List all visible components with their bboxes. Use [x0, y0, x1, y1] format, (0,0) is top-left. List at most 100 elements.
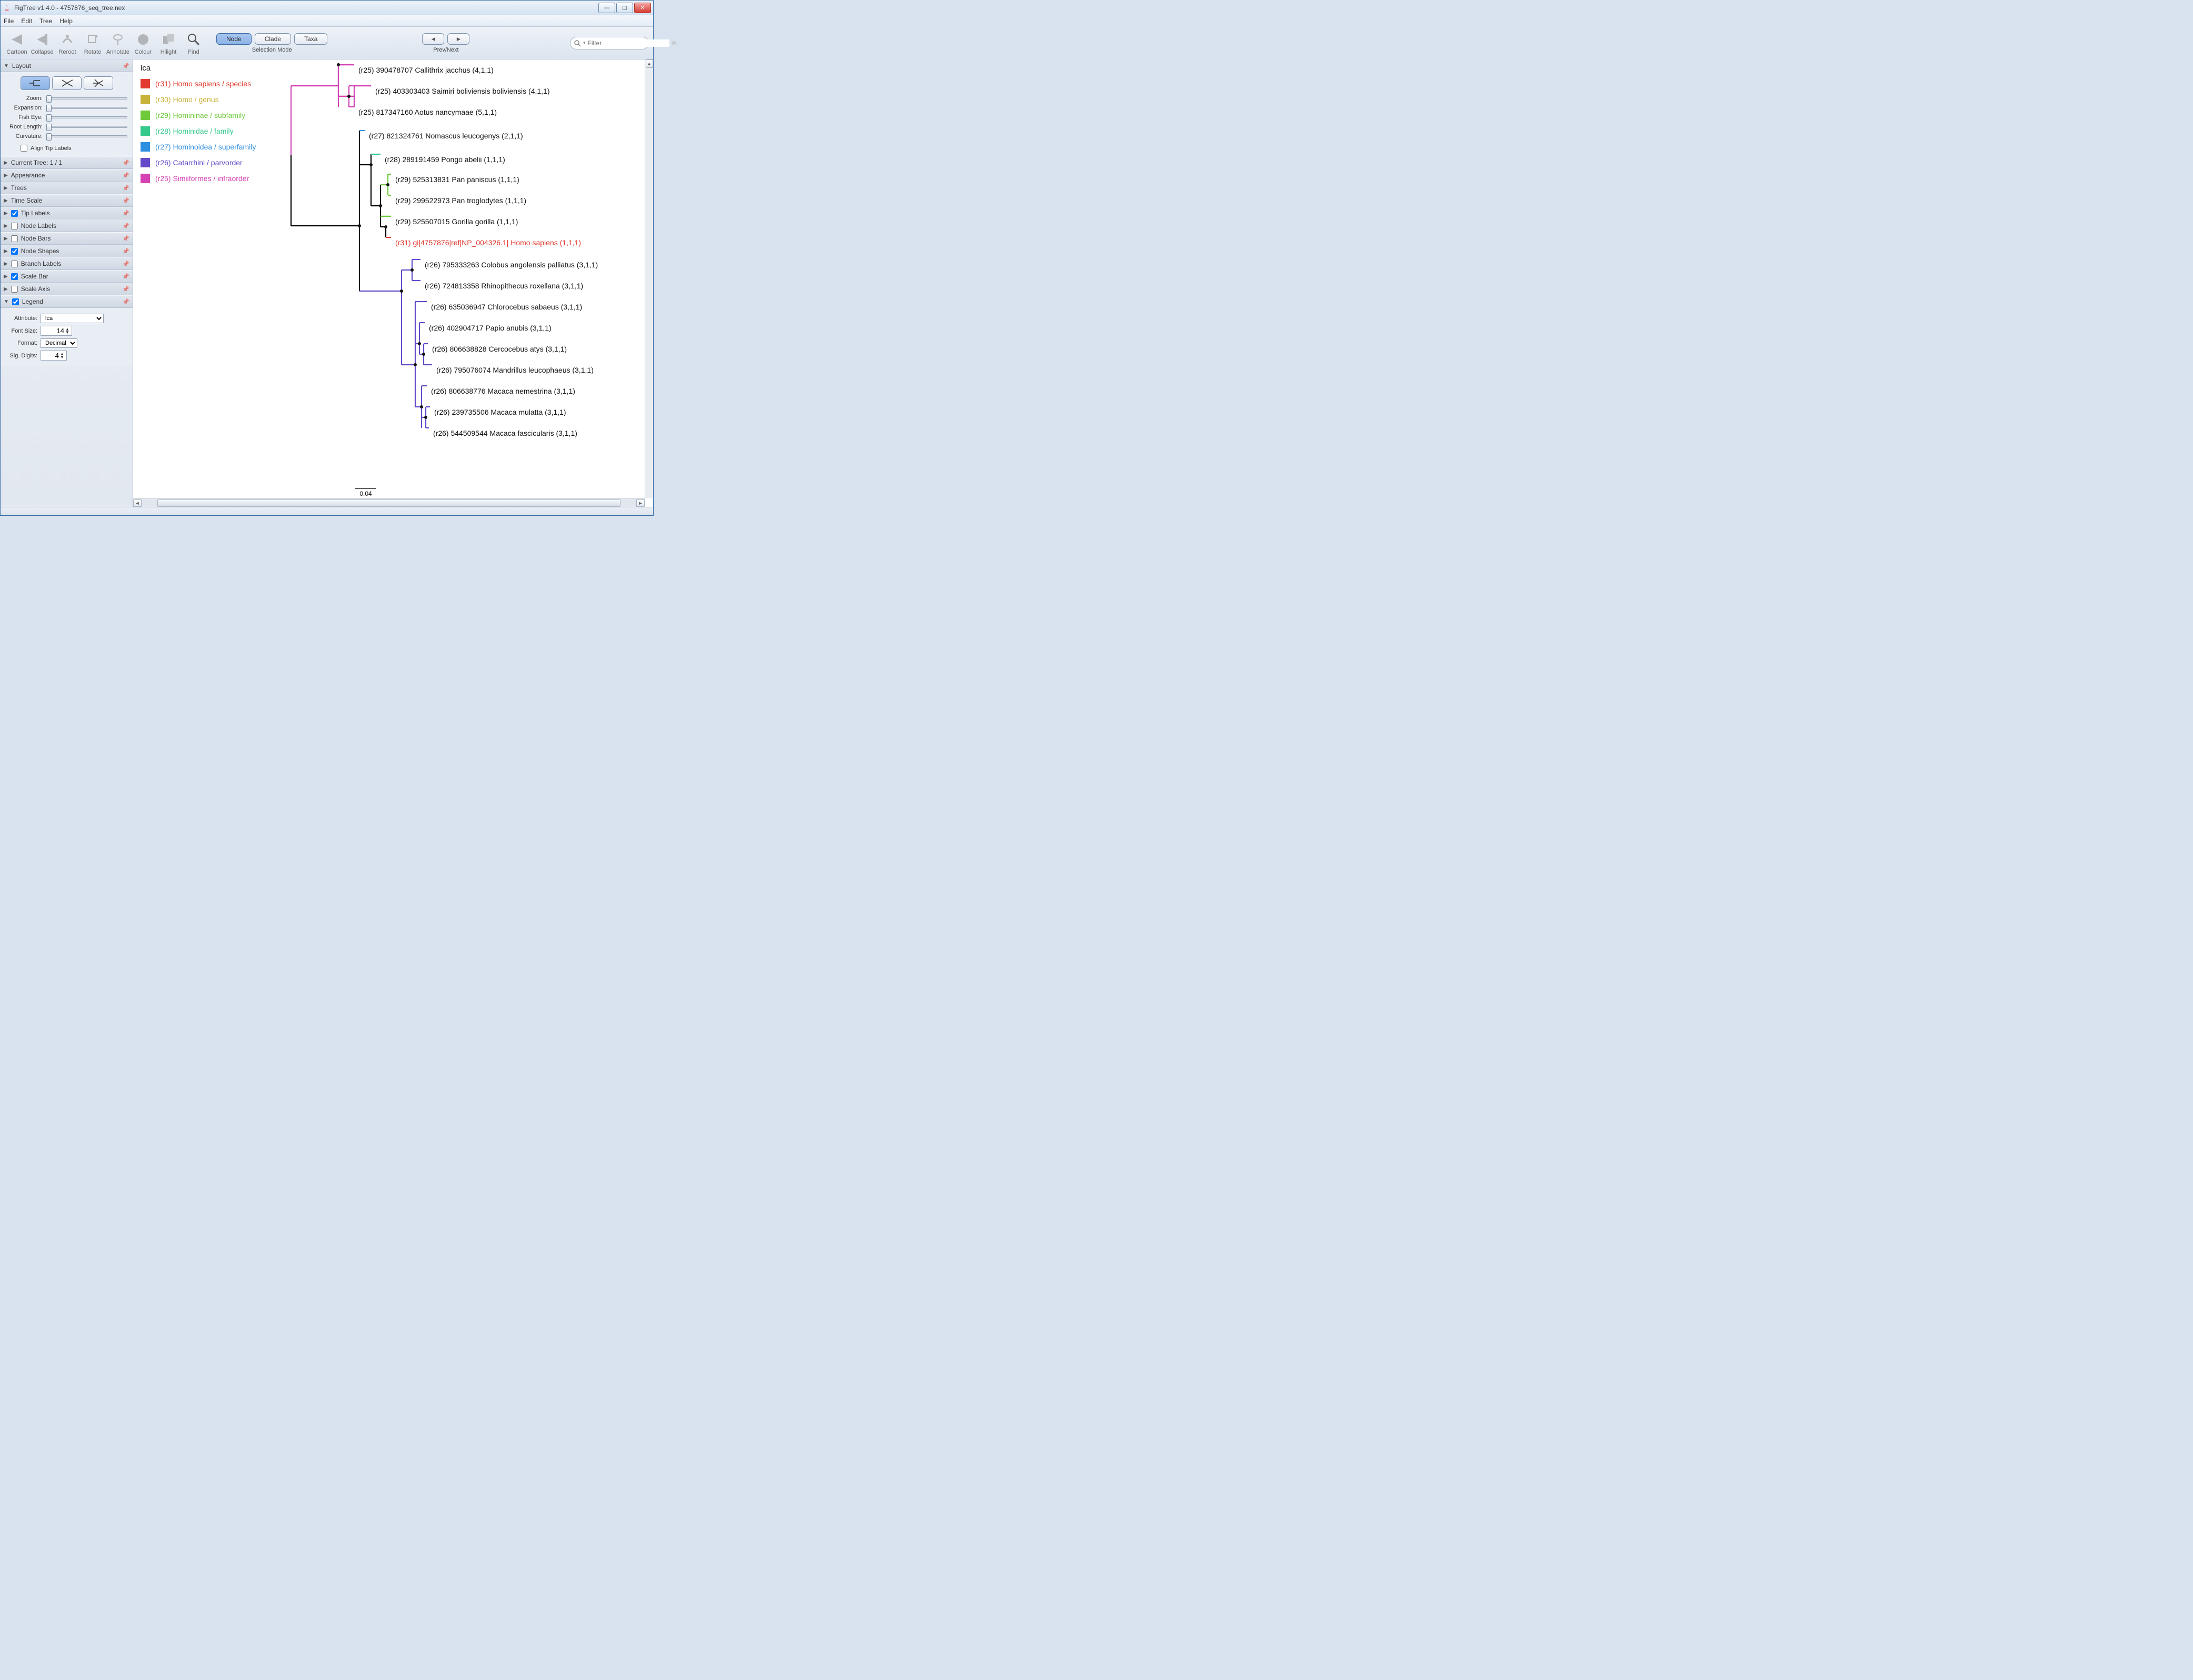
align-tips-row[interactable]: Align Tip Labels [6, 143, 127, 152]
pin-icon[interactable]: 📌 [122, 63, 129, 69]
taxon-label[interactable]: (r29) 299522973 Pan troglodytes (1,1,1) [395, 196, 526, 205]
panel-appearance[interactable]: ▶Appearance📌 [1, 169, 133, 182]
menu-file[interactable]: File [4, 17, 14, 25]
pin-icon[interactable]: 📌 [122, 298, 129, 305]
taxon-label[interactable]: (r25) 390478707 Callithrix jacchus (4,1,… [358, 66, 494, 74]
node-shapes-checkbox[interactable] [11, 248, 18, 255]
sigdigits-input[interactable] [43, 352, 59, 359]
dropdown-icon[interactable]: ▾ [583, 40, 586, 46]
pin-icon[interactable]: 📌 [122, 286, 129, 293]
pin-icon[interactable]: 📌 [122, 223, 129, 229]
polar-tree-button[interactable] [52, 76, 82, 90]
mode-taxa-button[interactable]: Taxa [294, 33, 327, 45]
hscroll-track[interactable] [142, 499, 636, 507]
menu-help[interactable]: Help [59, 17, 73, 25]
attribute-select[interactable]: lca [41, 314, 104, 323]
scroll-right-button[interactable]: ► [636, 499, 645, 507]
pin-icon[interactable]: 📌 [122, 172, 129, 179]
pin-icon[interactable]: 📌 [122, 197, 129, 204]
scroll-up-button[interactable]: ▲ [646, 59, 653, 68]
curvature-slider[interactable]: Curvature: [6, 133, 127, 139]
pin-icon[interactable]: 📌 [122, 248, 129, 255]
panel-branch-labels[interactable]: ▶Branch Labels📌 [1, 257, 133, 270]
taxon-label[interactable]: (r31) gi|4757876|ref|NP_004326.1| Homo s… [395, 238, 581, 247]
panel-trees[interactable]: ▶Trees📌 [1, 182, 133, 194]
legend-checkbox[interactable] [12, 298, 19, 305]
pin-icon[interactable]: 📌 [122, 261, 129, 267]
pin-icon[interactable]: 📌 [122, 159, 129, 166]
taxon-label[interactable]: (r26) 544509544 Macaca fascicularis (3,1… [433, 429, 577, 437]
scale-axis-checkbox[interactable] [11, 286, 18, 293]
panel-current-tree[interactable]: ▶Current Tree: 1 / 1📌 [1, 156, 133, 169]
panel-scale-axis[interactable]: ▶Scale Axis📌 [1, 283, 133, 295]
fontsize-input[interactable] [43, 327, 64, 335]
taxon-label[interactable]: (r26) 795333263 Colobus angolensis palli… [425, 261, 598, 269]
zoom-slider[interactable]: Zoom: [6, 95, 127, 102]
taxon-label[interactable]: (r26) 795076074 Mandrillus leucophaeus (… [436, 366, 594, 374]
panel-node-bars[interactable]: ▶Node Bars📌 [1, 232, 133, 245]
tool-annotate[interactable]: Annotate [106, 31, 130, 55]
filter-input[interactable] [588, 39, 669, 47]
tool-hilight[interactable]: Hilight [156, 31, 181, 55]
titlebar[interactable]: FigTree v1.4.0 - 4757876_seq_tree.nex — … [1, 1, 653, 15]
panel-legend[interactable]: ▼Legend📌 [1, 295, 133, 308]
pin-icon[interactable]: 📌 [122, 210, 129, 217]
mode-clade-button[interactable]: Clade [255, 33, 291, 45]
taxon-label[interactable]: (r26) 402904717 Papio anubis (3,1,1) [429, 324, 552, 332]
branch-labels-checkbox[interactable] [11, 261, 18, 267]
format-select[interactable]: Decimal [41, 338, 77, 348]
tool-cartoon[interactable]: Cartoon [5, 31, 29, 55]
scale-bar-checkbox[interactable] [11, 273, 18, 280]
scroll-left-button[interactable]: ◄ [133, 499, 142, 507]
mode-node-button[interactable]: Node [216, 33, 252, 45]
taxon-label[interactable]: (r26) 806638776 Macaca nemestrina (3,1,1… [431, 387, 575, 395]
rootlength-slider[interactable]: Root Length: [6, 124, 127, 130]
minimize-button[interactable]: — [598, 3, 615, 13]
pin-icon[interactable]: 📌 [122, 235, 129, 242]
panel-time-scale[interactable]: ▶Time Scale📌 [1, 194, 133, 207]
rectangular-tree-button[interactable] [21, 76, 50, 90]
tool-colour[interactable]: Colour [131, 31, 155, 55]
taxon-label[interactable]: (r26) 239735506 Macaca mulatta (3,1,1) [434, 408, 566, 416]
tool-rotate[interactable]: Rotate [81, 31, 105, 55]
hscroll-thumb[interactable] [157, 499, 620, 507]
panel-layout-header[interactable]: ▼ Layout 📌 [1, 59, 133, 72]
menu-edit[interactable]: Edit [21, 17, 32, 25]
clear-icon[interactable]: ⊗ [672, 39, 677, 47]
panel-scale-bar[interactable]: ▶Scale Bar📌 [1, 270, 133, 283]
taxon-label[interactable]: (r25) 817347160 Aotus nancymaae (5,1,1) [358, 108, 497, 116]
taxon-label[interactable]: (r25) 403303403 Saimiri boliviensis boli… [375, 87, 550, 95]
panel-tip-labels[interactable]: ▶Tip Labels📌 [1, 207, 133, 219]
taxon-label[interactable]: (r29) 525313831 Pan paniscus (1,1,1) [395, 175, 519, 184]
tree-canvas[interactable]: lca (r31) Homo sapiens / species(r30) Ho… [133, 59, 653, 507]
tool-reroot[interactable]: Reroot [55, 31, 79, 55]
taxon-label[interactable]: (r27) 821324761 Nomascus leucogenys (2,1… [369, 132, 523, 140]
menu-tree[interactable]: Tree [39, 17, 52, 25]
taxon-label[interactable]: (r26) 724813358 Rhinopithecus roxellana … [425, 282, 583, 290]
radial-tree-button[interactable] [84, 76, 113, 90]
maximize-button[interactable]: ◻ [616, 3, 633, 13]
tool-collapse[interactable]: Collapse [30, 31, 54, 55]
taxon-label[interactable]: (r26) 635036947 Chlorocebus sabaeus (3,1… [431, 303, 582, 311]
close-button[interactable]: ✕ [634, 3, 651, 13]
node-labels-checkbox[interactable] [11, 223, 18, 229]
vertical-scrollbar[interactable]: ▲ [645, 59, 653, 498]
panel-node-shapes[interactable]: ▶Node Shapes📌 [1, 245, 133, 257]
node-bars-checkbox[interactable] [11, 235, 18, 242]
tool-find[interactable]: Find [182, 31, 206, 55]
taxon-label[interactable]: (r28) 289191459 Pongo abelii (1,1,1) [385, 155, 505, 164]
fontsize-spinner[interactable]: ▲▼ [41, 326, 72, 336]
horizontal-scrollbar[interactable]: ◄ ► [133, 498, 645, 507]
pin-icon[interactable]: 📌 [122, 273, 129, 280]
panel-node-labels[interactable]: ▶Node Labels📌 [1, 219, 133, 232]
pin-icon[interactable]: 📌 [122, 185, 129, 192]
taxon-label[interactable]: (r29) 525507015 Gorilla gorilla (1,1,1) [395, 217, 518, 226]
align-tips-checkbox[interactable] [21, 145, 27, 152]
expansion-slider[interactable]: Expansion: [6, 105, 127, 111]
tip-labels-checkbox[interactable] [11, 210, 18, 217]
filter-box[interactable]: ▾ ⊗ [570, 37, 649, 49]
taxon-label[interactable]: (r26) 806638828 Cercocebus atys (3,1,1) [432, 345, 567, 353]
sigdigits-spinner[interactable]: ▲▼ [41, 351, 67, 361]
fisheye-slider[interactable]: Fish Eye: [6, 114, 127, 121]
next-button[interactable]: ► [447, 33, 469, 45]
